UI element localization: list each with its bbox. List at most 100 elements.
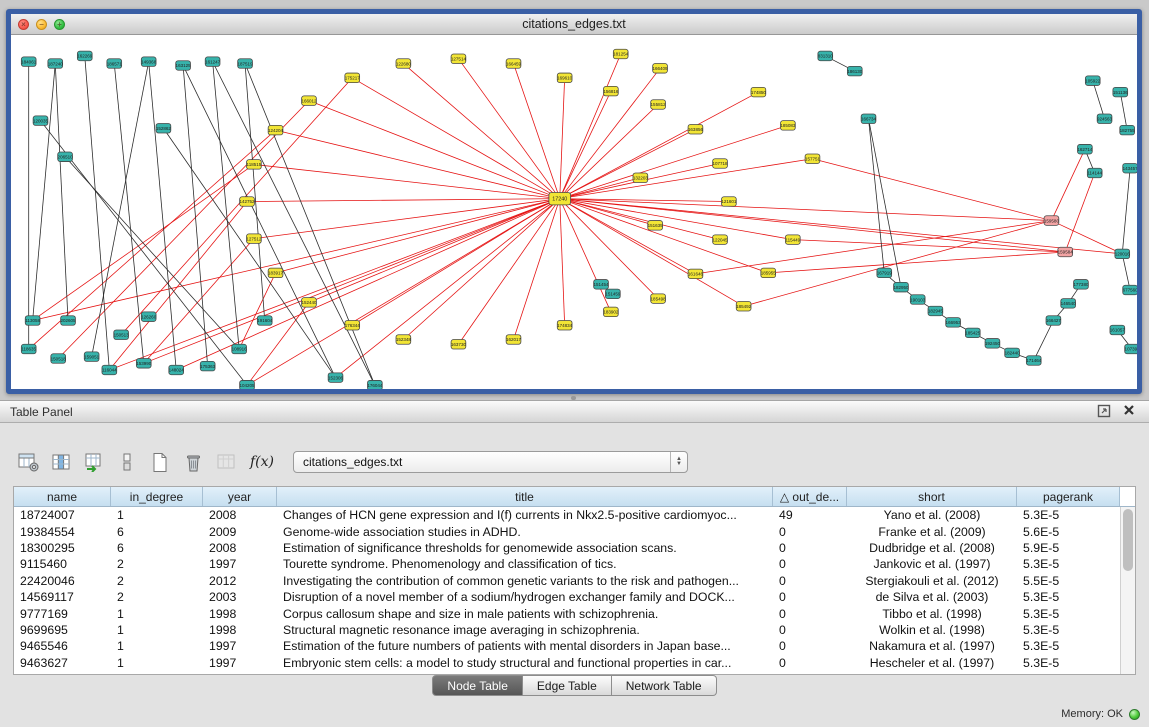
graph-node[interactable]: 163856 xyxy=(688,124,704,134)
graph-node[interactable]: 159584 xyxy=(1058,247,1074,257)
graph-node[interactable]: 186571 xyxy=(107,59,123,69)
graph-node[interactable]: 181254 xyxy=(613,49,629,59)
graph-node[interactable]: 182950 xyxy=(893,282,909,292)
table-row[interactable]: 1830029562008Estimation of significance … xyxy=(14,540,1120,556)
graph-node[interactable]: 115449 xyxy=(785,235,800,245)
column-header-out_degree[interactable]: △ out_de... xyxy=(773,487,847,506)
graph-node[interactable]: 191604 xyxy=(257,316,273,326)
float-panel-icon[interactable] xyxy=(1097,404,1113,420)
graph-node[interactable]: 146540 xyxy=(1061,299,1077,309)
minimize-window-button[interactable]: − xyxy=(36,19,47,30)
graph-node[interactable]: 182755 xyxy=(1120,125,1136,135)
graph-node[interactable]: 190103 xyxy=(910,295,926,305)
graph-node[interactable]: 150518 xyxy=(51,354,67,364)
graph-node[interactable]: 159051 xyxy=(84,352,100,362)
graph-node[interactable]: 120016 xyxy=(1115,249,1131,259)
graph-node[interactable]: 185083 xyxy=(780,121,796,131)
graph-node[interactable]: 186130 xyxy=(847,66,863,76)
graph-node[interactable]: 182440 xyxy=(1005,348,1021,358)
graph-node[interactable]: 202605 xyxy=(61,316,77,326)
graph-node[interactable]: 159580 xyxy=(1044,216,1060,226)
graph-node[interactable]: 122680 xyxy=(396,59,412,69)
graph-node[interactable]: 192450 xyxy=(985,339,1001,349)
graph-node[interactable]: 151635 xyxy=(648,221,664,231)
graph-node[interactable]: 167919 xyxy=(877,268,893,278)
graph-node[interactable]: 163125 xyxy=(176,61,192,71)
graph-node[interactable]: 148024 xyxy=(169,365,185,375)
graph-node[interactable]: 161057 xyxy=(1110,325,1126,335)
graph-node[interactable]: 166734 xyxy=(861,114,877,124)
column-header-name[interactable]: name xyxy=(14,487,111,506)
graph-node[interactable]: 166459 xyxy=(506,59,522,69)
graph-node[interactable]: 166953 xyxy=(946,318,962,328)
graph-node[interactable]: 176344 xyxy=(345,320,361,330)
graph-node[interactable]: 187240 xyxy=(48,59,64,69)
graph-node[interactable]: 166409 xyxy=(653,64,669,74)
graph-node[interactable]: 122045 xyxy=(713,235,729,245)
function-builder-icon[interactable]: f(x) xyxy=(247,454,277,470)
tab-edge-table[interactable]: Edge Table xyxy=(523,675,612,696)
graph-node[interactable]: 121601 xyxy=(721,197,737,207)
tab-network-table[interactable]: Network Table xyxy=(612,675,717,696)
graph-node[interactable]: 183902 xyxy=(603,307,619,317)
column-header-title[interactable]: title xyxy=(277,487,773,506)
graph-node[interactable]: 157751 xyxy=(805,154,821,164)
table-row[interactable]: 977716911998Corpus callosum shape and si… xyxy=(14,605,1120,621)
graph-node[interactable]: 153990 xyxy=(136,359,152,369)
graph-node[interactable]: 206510 xyxy=(58,152,74,162)
table-row[interactable]: 946554611997Estimation of the future num… xyxy=(14,638,1120,654)
graph-node[interactable]: 127514 xyxy=(451,54,467,64)
graph-node[interactable]: 105922 xyxy=(1085,76,1101,86)
tab-node-table[interactable]: Node Table xyxy=(432,675,523,696)
window-titlebar[interactable]: × − + citations_edges.txt xyxy=(11,14,1137,35)
graph-node[interactable]: 127512 xyxy=(246,234,262,244)
graph-node[interactable]: 152440 xyxy=(301,298,317,308)
graph-node[interactable]: 175217 xyxy=(345,73,361,83)
graph-node[interactable]: 162269 xyxy=(77,51,93,61)
graph-node[interactable]: 151459 xyxy=(605,289,621,299)
graph-node[interactable]: 176044 xyxy=(367,380,383,389)
graph-node[interactable]: 114144 xyxy=(1087,168,1102,178)
column-header-in_degree[interactable]: in_degree xyxy=(111,487,203,506)
graph-node[interactable]: 152862 xyxy=(156,124,172,134)
scrollbar-thumb[interactable] xyxy=(1123,509,1133,571)
graph-node[interactable]: 187519 xyxy=(238,59,254,69)
graph-node[interactable]: 162017 xyxy=(506,335,522,345)
memory-status[interactable]: Memory: OK xyxy=(1061,708,1140,720)
graph-node[interactable]: 151454 xyxy=(594,280,610,290)
graph-node[interactable]: 118515 xyxy=(247,160,262,170)
column-header-pagerank[interactable]: pagerank xyxy=(1017,487,1120,506)
show-columns-icon[interactable] xyxy=(49,450,73,474)
graph-node[interactable]: 185955 xyxy=(761,268,777,278)
graph-node[interactable]: 185492 xyxy=(736,301,752,311)
graph-node[interactable]: 166427 xyxy=(1046,316,1062,326)
graph-node[interactable]: 116044 xyxy=(102,365,117,375)
graph-node[interactable]: 161247 xyxy=(205,57,221,67)
graph-node[interactable]: 163730 xyxy=(451,340,467,350)
table-row[interactable]: 2242004622012Investigating the contribut… xyxy=(14,573,1120,589)
graph-node[interactable]: 104205 xyxy=(239,380,255,389)
close-panel-icon[interactable] xyxy=(1123,404,1139,420)
graph-node[interactable]: 185425 xyxy=(965,328,981,338)
graph-node[interactable]: 177380 xyxy=(1073,280,1089,290)
graph-node[interactable]: 182945 xyxy=(928,306,944,316)
graph-node[interactable]: 124204 xyxy=(268,125,284,135)
graph-node[interactable]: 831310 xyxy=(818,51,834,61)
graph-node[interactable]: 108916 xyxy=(232,344,248,354)
table-row[interactable]: 969969511998Structural magnetic resonanc… xyxy=(14,622,1120,638)
close-window-button[interactable]: × xyxy=(18,19,29,30)
row-height-icon[interactable] xyxy=(115,450,139,474)
table-row[interactable]: 1938455462009Genome-wide association stu… xyxy=(14,523,1120,539)
network-canvas[interactable]: 1724017483416201716373015234817634415244… xyxy=(11,35,1137,389)
graph-node[interactable]: 185498 xyxy=(651,294,667,304)
table-mode-icon[interactable] xyxy=(16,450,40,474)
table-row[interactable]: 1456911722003Disruption of a novel membe… xyxy=(14,589,1120,605)
graph-node[interactable]: 118635 xyxy=(21,344,36,354)
delete-table-icon[interactable] xyxy=(214,450,238,474)
graph-node[interactable]: 149368 xyxy=(141,57,157,67)
graph-node[interactable]: 126260 xyxy=(141,312,157,322)
table-row[interactable]: 946362711997Embryonic stem cells: a mode… xyxy=(14,655,1120,671)
table-selector-dropdown[interactable]: citations_edges.txt ▲▼ xyxy=(293,451,688,473)
graph-node[interactable]: 174834 xyxy=(557,320,573,330)
table-row[interactable]: 1872400712008Changes of HCN gene express… xyxy=(14,507,1120,523)
